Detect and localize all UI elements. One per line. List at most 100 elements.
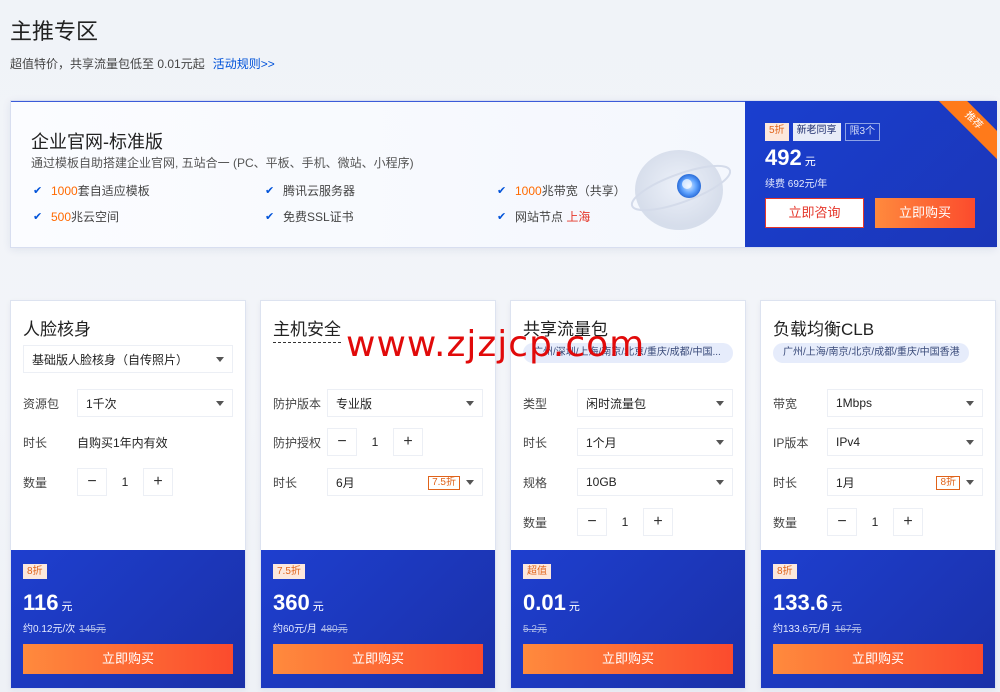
quantity-value[interactable]: 1 bbox=[357, 428, 393, 456]
discount-badge: 7.5折 bbox=[273, 564, 305, 579]
product-card-face-verify: 人脸核身 基础版人脸核身（自传照片） 资源包 1千次 时长 自购买1年内有效 数… bbox=[10, 300, 246, 689]
chevron-down-icon bbox=[966, 401, 974, 406]
banner-tags: 5折 新老同享 限3个 bbox=[765, 123, 881, 141]
feature-text: 兆云空间 bbox=[71, 210, 120, 224]
duration-select[interactable]: 1月 8折 bbox=[827, 468, 983, 496]
planet-illustration-icon bbox=[630, 150, 731, 230]
chevron-down-icon bbox=[216, 357, 224, 362]
price-value: 0.01 bbox=[523, 590, 566, 615]
chevron-down-icon bbox=[466, 401, 474, 406]
edition-select[interactable]: 基础版人脸核身（自传照片） bbox=[23, 345, 233, 373]
buy-button[interactable]: 立即购买 bbox=[523, 644, 733, 674]
check-icon: ✔ bbox=[33, 211, 43, 223]
ip-version-select[interactable]: IPv4 bbox=[827, 428, 983, 456]
select-value: IPv4 bbox=[836, 435, 861, 449]
banner-title: 企业官网-标准版 bbox=[31, 132, 163, 152]
buy-button[interactable]: 立即购买 bbox=[273, 644, 483, 674]
feature-node: ✔ 网站节点 上海 bbox=[497, 208, 590, 225]
check-icon: ✔ bbox=[497, 185, 507, 197]
select-value: 专业版 bbox=[336, 396, 373, 411]
select-value: 1千次 bbox=[86, 396, 117, 411]
bandwidth-select[interactable]: 1Mbps bbox=[827, 389, 983, 417]
discount-badge: 5折 bbox=[765, 123, 789, 141]
unit-price: 约60元/月 480元 bbox=[273, 620, 348, 635]
recommend-ribbon: 推荐 bbox=[930, 101, 997, 164]
increment-button[interactable]: + bbox=[643, 508, 673, 536]
decrement-button[interactable]: − bbox=[77, 468, 107, 496]
option-label: 数量 bbox=[23, 475, 48, 490]
increment-button[interactable]: + bbox=[893, 508, 923, 536]
option-row: 数量 − 1 + bbox=[23, 468, 233, 496]
new-old-badge: 新老同享 bbox=[792, 123, 841, 141]
section-title: 主推专区 bbox=[10, 19, 99, 44]
select-value: 1个月 bbox=[586, 435, 617, 450]
value-badge: 超值 bbox=[523, 564, 551, 579]
chevron-down-icon bbox=[716, 480, 724, 485]
spec-select[interactable]: 10GB bbox=[577, 468, 733, 496]
region-list: 广州/上海/南京/北京/成都/重庆/中国香港 bbox=[773, 343, 969, 363]
original-price: 5.2元 bbox=[523, 624, 547, 635]
quantity-value[interactable]: 1 bbox=[107, 468, 143, 496]
discount-badge: 8折 bbox=[936, 476, 960, 490]
select-value: 1Mbps bbox=[836, 396, 873, 410]
check-icon: ✔ bbox=[265, 211, 275, 223]
feature-text: 兆带宽（共享） bbox=[541, 184, 626, 198]
select-value: 1月 bbox=[836, 475, 855, 490]
select-value: 10GB bbox=[586, 475, 617, 489]
increment-button[interactable]: + bbox=[143, 468, 173, 496]
option-label: 数量 bbox=[523, 515, 548, 530]
price-unit: 元 bbox=[312, 601, 324, 613]
banner-info: 企业官网-标准版 通过模板自助搭建企业官网, 五站合一 (PC、平板、手机、微站… bbox=[11, 101, 745, 247]
check-icon: ✔ bbox=[497, 211, 507, 223]
duration-select[interactable]: 1个月 bbox=[577, 428, 733, 456]
option-row: 时长 自购买1年内有效 bbox=[23, 428, 233, 456]
option-label: 时长 bbox=[273, 475, 298, 490]
rules-link[interactable]: 活动规则>> bbox=[213, 57, 275, 71]
chevron-down-icon bbox=[716, 401, 724, 406]
option-row: 数量 − 1 + bbox=[523, 508, 733, 536]
feature-storage: ✔ 500兆云空间 bbox=[33, 208, 119, 225]
banner-purchase-panel: 推荐 5折 新老同享 限3个 492 元 续费 692元/年 立即咨询 立即购买 bbox=[745, 101, 997, 247]
quantity-value[interactable]: 1 bbox=[607, 508, 643, 536]
decrement-button[interactable]: − bbox=[327, 428, 357, 456]
original-price: 167元 bbox=[834, 624, 862, 635]
banner-price: 492 元 bbox=[765, 145, 816, 171]
increment-button[interactable]: + bbox=[393, 428, 423, 456]
card-title: 负载均衡CLB bbox=[773, 320, 875, 339]
chevron-down-icon bbox=[716, 440, 724, 445]
feature-bandwidth: ✔ 1000兆带宽（共享） bbox=[497, 182, 626, 199]
decrement-button[interactable]: − bbox=[827, 508, 857, 536]
card-title: 主机安全 bbox=[273, 315, 341, 343]
price-unit: 元 bbox=[61, 601, 73, 613]
buy-button[interactable]: 立即购买 bbox=[23, 644, 233, 674]
consult-button[interactable]: 立即咨询 bbox=[765, 198, 864, 228]
price-value: 116 bbox=[23, 590, 59, 615]
option-row: 数量 − 1 + bbox=[773, 508, 983, 536]
original-price: 480元 bbox=[320, 624, 348, 635]
option-label: 防护授权 bbox=[273, 435, 322, 450]
option-label: 时长 bbox=[773, 475, 798, 490]
edition-select[interactable]: 专业版 bbox=[327, 389, 483, 417]
duration-select[interactable]: 6月 7.5折 bbox=[327, 468, 483, 496]
option-label: 类型 bbox=[523, 396, 548, 411]
select-value: 6月 bbox=[336, 475, 355, 490]
option-label: 资源包 bbox=[23, 396, 60, 411]
feature-highlight: 1000 bbox=[51, 184, 78, 198]
chevron-down-icon bbox=[466, 480, 474, 485]
limit-badge: 限3个 bbox=[844, 123, 881, 141]
banner-buy-button[interactable]: 立即购买 bbox=[875, 198, 975, 228]
price-value: 360 bbox=[273, 590, 310, 615]
feature-templates: ✔ 1000套自适应模板 bbox=[33, 182, 150, 199]
price-value: 492 bbox=[765, 145, 802, 170]
type-select[interactable]: 闲时流量包 bbox=[577, 389, 733, 417]
package-select[interactable]: 1千次 bbox=[77, 389, 233, 417]
price-value: 133.6 bbox=[773, 590, 829, 615]
featured-banner: 企业官网-标准版 通过模板自助搭建企业官网, 五站合一 (PC、平板、手机、微站… bbox=[10, 100, 997, 248]
feature-highlight: 500 bbox=[51, 210, 72, 224]
feature-highlight: 上海 bbox=[566, 210, 591, 224]
card-price: 360 元 bbox=[273, 590, 324, 616]
discount-badge: 7.5折 bbox=[428, 476, 460, 490]
quantity-value[interactable]: 1 bbox=[857, 508, 893, 536]
buy-button[interactable]: 立即购买 bbox=[773, 644, 983, 674]
decrement-button[interactable]: − bbox=[577, 508, 607, 536]
